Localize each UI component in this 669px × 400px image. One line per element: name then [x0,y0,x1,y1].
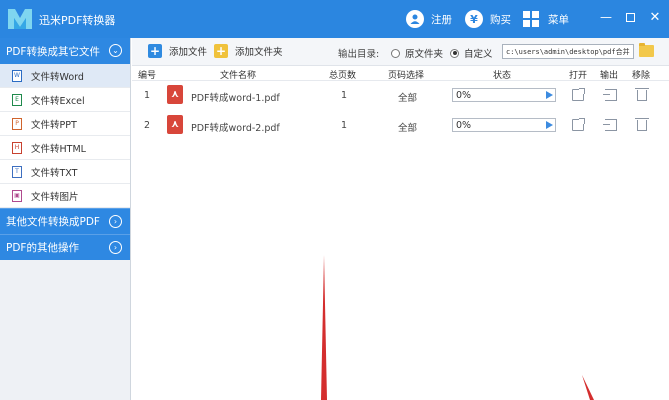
radio-selected-icon [450,48,459,58]
menu-label: 菜单 [548,13,569,26]
chevron-right-icon: › [109,215,122,228]
row-pages: 1 [341,120,348,131]
word-file-icon: W [12,69,22,82]
sidebar-item-image[interactable]: ▣ 文件转图片 [0,184,130,208]
sidebar-section-pdf-other-ops[interactable]: PDF的其他操作 › [0,234,130,260]
col-filename: 文件名称 [220,71,257,81]
txt-file-icon: T [12,165,22,178]
add-folder-label: 添加文件夹 [235,47,283,58]
radio-icon [391,48,400,58]
output-folder-icon[interactable] [603,119,617,131]
sidebar-item-label: 文件转HTML [31,143,86,155]
progress-text: 0% [456,90,472,101]
open-file-icon[interactable] [572,118,585,131]
col-pages: 总页数 [329,71,357,81]
output-path-input[interactable]: c:\users\admin\desktop\pdf合并 [502,44,634,59]
grid-icon [523,11,539,27]
register-button[interactable]: 注册 [406,8,452,30]
image-file-icon: ▣ [12,189,22,202]
title-bar: 迅米PDF转换器 注册 ¥ 购买 菜单 — ✕ [0,0,669,38]
table-row[interactable]: 1 ⋏ PDF转成word-1.pdf 1 全部 0% [132,81,669,111]
radio-original-folder[interactable]: 原文件夹 [391,46,443,60]
annotation-arrow-icon [321,255,594,400]
pdf-file-icon: ⋏ [167,85,183,104]
app-logo-icon [8,9,32,29]
sidebar-item-label: 文件转Excel [31,95,85,107]
sidebar-section-label: PDF转换成其它文件 [6,45,100,58]
col-index: 编号 [138,71,157,81]
sidebar-item-label: 文件转TXT [31,167,78,179]
pdf-file-icon: ⋏ [167,115,183,134]
buy-label: 购买 [490,13,511,26]
radio-custom-folder[interactable]: 自定义 [450,46,493,60]
row-pages: 1 [341,90,348,101]
progress-bar: 0% [452,118,556,132]
app-title: 迅米PDF转换器 [39,14,116,27]
sidebar-item-excel[interactable]: E 文件转Excel [0,88,130,112]
output-folder-icon[interactable] [603,89,617,101]
sidebar-item-txt[interactable]: T 文件转TXT [0,160,130,184]
html-file-icon: H [12,141,22,154]
progress-bar: 0% [452,88,556,102]
row-filename: PDF转成word-2.pdf [191,123,280,134]
minimize-icon[interactable]: — [596,8,616,26]
sidebar-section-label: PDF的其他操作 [6,242,79,254]
chevron-right-icon: › [109,241,122,254]
open-file-icon[interactable] [572,88,585,101]
menu-button[interactable]: 菜单 [523,8,569,30]
excel-file-icon: E [12,93,22,106]
user-icon [406,10,424,28]
browse-folder-icon[interactable] [639,43,654,57]
col-open: 打开 [569,71,588,81]
sidebar: PDF转换成其它文件 ⌄ W 文件转Word E 文件转Excel P 文件转P… [0,38,131,400]
start-convert-icon[interactable] [546,91,553,99]
start-convert-icon[interactable] [546,121,553,129]
sidebar-section-other-to-pdf[interactable]: 其他文件转换成PDF › [0,208,130,234]
sidebar-item-label: 文件转Word [31,71,84,83]
sidebar-item-label: 文件转PPT [31,119,77,131]
radio-custom-label: 自定义 [464,49,493,60]
add-folder-button[interactable]: + 添加文件夹 [214,44,283,58]
remove-icon[interactable] [635,88,649,101]
sidebar-section-label: 其他文件转换成PDF [6,216,100,228]
yen-icon: ¥ [465,10,483,28]
col-remove: 移除 [632,71,651,81]
output-dir-label: 输出目录: [338,49,380,60]
row-page-range[interactable]: 全部 [398,90,417,104]
ppt-file-icon: P [12,117,22,130]
radio-original-label: 原文件夹 [405,49,444,60]
col-page-range: 页码选择 [388,71,425,81]
col-output: 输出 [600,71,619,81]
row-page-range[interactable]: 全部 [398,120,417,134]
row-filename: PDF转成word-1.pdf [191,93,280,104]
add-file-icon: + [148,44,162,58]
sidebar-item-label: 文件转图片 [31,191,79,203]
add-file-button[interactable]: + 添加文件 [148,44,207,58]
progress-text: 0% [456,120,472,131]
sidebar-section-pdf-to-other[interactable]: PDF转换成其它文件 ⌄ [0,38,130,64]
table-row[interactable]: 2 ⋏ PDF转成word-2.pdf 1 全部 0% [132,111,669,141]
remove-icon[interactable] [635,118,649,131]
sidebar-item-word[interactable]: W 文件转Word [0,64,130,88]
maximize-icon[interactable] [620,8,640,26]
row-index: 1 [144,90,151,101]
close-icon[interactable]: ✕ [645,8,665,26]
register-label: 注册 [431,13,452,26]
buy-button[interactable]: ¥ 购买 [465,8,511,30]
toolbar: + 添加文件 + 添加文件夹 输出目录: 原文件夹 自定义 c:\users\a… [132,38,669,66]
chevron-down-icon: ⌄ [109,44,122,57]
row-index: 2 [144,120,151,131]
sidebar-item-ppt[interactable]: P 文件转PPT [0,112,130,136]
table-header: 编号 文件名称 总页数 页码选择 状态 打开 输出 移除 [132,66,669,81]
add-folder-icon: + [214,44,228,58]
col-status: 状态 [493,71,512,81]
add-file-label: 添加文件 [169,47,208,58]
sidebar-item-html[interactable]: H 文件转HTML [0,136,130,160]
